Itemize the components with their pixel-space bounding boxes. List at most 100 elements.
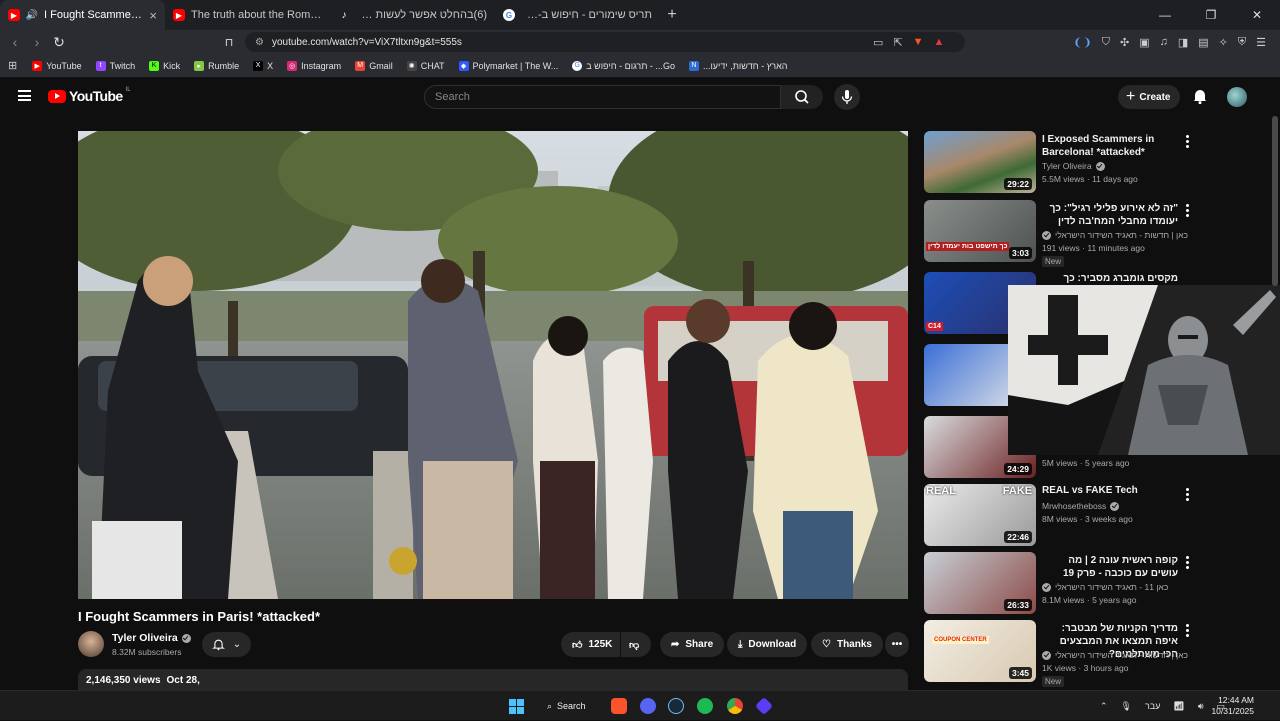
app-icon[interactable]	[754, 696, 774, 716]
related-video[interactable]: כך תישפט בות יעמדו לדין 3:03 "זה לא אירו…	[924, 200, 1270, 267]
tab-youtube-roman[interactable]: ▶ The truth about the Roman salute #h	[165, 0, 330, 30]
spotify-icon[interactable]	[697, 698, 713, 714]
forward-icon[interactable]: ›	[26, 34, 48, 50]
search-button[interactable]	[781, 85, 823, 109]
related-video[interactable]: 26:33 קופה ראשית עונה 2 | מה עושים עם כו…	[924, 552, 1270, 614]
chevron-up-icon[interactable]: ⌃	[1100, 701, 1108, 712]
video-thumbnail[interactable]: כך תישפט בות יעמדו לדין 3:03	[924, 200, 1036, 262]
chrome-icon[interactable]	[727, 698, 743, 714]
like-button[interactable]: 👍︎ 125K	[561, 632, 620, 657]
chatgpt-icon: ✺	[406, 60, 417, 71]
search-input[interactable]: Search	[424, 85, 781, 109]
vpn-icon[interactable]: ⛨	[1238, 36, 1246, 49]
download-label: Download	[748, 639, 797, 650]
create-button[interactable]: + Create	[1118, 85, 1181, 109]
brave-rewards-icon[interactable]: ▲	[934, 36, 945, 48]
taskbar-clock[interactable]: 12:44 AM 10/31/2025	[1210, 695, 1254, 717]
video-thumbnail[interactable]: 29:22	[924, 131, 1036, 193]
wifi-icon[interactable]: 📶︎	[1173, 701, 1184, 712]
bookmark-icon[interactable]: ⊓	[218, 36, 240, 49]
more-vert-icon[interactable]	[1186, 204, 1190, 219]
related-video[interactable]: COUPON CENTER 3:45 מדריך הקניות של מבטבר…	[924, 620, 1270, 687]
more-vert-icon[interactable]	[1186, 556, 1190, 571]
video-thumbnail[interactable]: REAL FAKE 22:46	[924, 484, 1036, 546]
translate-icon[interactable]: ❨❩	[1073, 36, 1091, 49]
bookmark-x[interactable]: XX	[248, 60, 278, 71]
brave-browser-icon[interactable]	[611, 698, 627, 714]
more-vert-icon[interactable]	[1186, 624, 1190, 639]
share-button[interactable]: ➦ Share	[660, 632, 725, 657]
wallet-card-icon[interactable]: ▤	[1198, 36, 1208, 49]
close-window-icon[interactable]: ✕	[1234, 0, 1280, 30]
channel-avatar[interactable]	[78, 631, 104, 657]
shield-icon[interactable]: ⛉	[1102, 36, 1110, 49]
microphone-icon[interactable]: 🎙︎	[1121, 701, 1132, 712]
channel-name[interactable]: Tyler Oliveira	[112, 632, 191, 644]
related-channel[interactable]: Mrwhosetheboss	[1042, 501, 1120, 511]
youtube-logo[interactable]: YouTube IL	[48, 87, 131, 104]
video-player[interactable]	[78, 131, 908, 599]
speaker-icon[interactable]: 🔊	[26, 9, 38, 21]
close-tab-icon[interactable]: ×	[149, 8, 157, 23]
puzzle-icon[interactable]: ✣	[1120, 36, 1129, 49]
reload-icon[interactable]: ↻	[48, 34, 70, 51]
volume-icon[interactable]: 🔊︎	[1198, 701, 1204, 712]
bookmark-rumble[interactable]: ▸ Rumble	[189, 60, 244, 71]
maximize-icon[interactable]: ❐	[1188, 0, 1234, 30]
brave-shields-icon[interactable]: ▼	[913, 36, 924, 48]
download-button[interactable]: ⤓ Download	[727, 632, 808, 657]
user-avatar[interactable]	[1227, 87, 1247, 107]
dislike-button[interactable]: 👎︎	[621, 632, 651, 657]
video-thumbnail[interactable]: COUPON CENTER 3:45	[924, 620, 1036, 682]
bookmark-gmail[interactable]: M Gmail	[350, 60, 398, 71]
bookmark-youtube[interactable]: ▶ YouTube	[27, 60, 86, 71]
tab-tiktok[interactable]: ♪ (6)בהחלט אפשר לעשות מעשים חמ...	[330, 0, 495, 30]
bookmark-polymarket[interactable]: ◆ Polymarket | The W...	[454, 60, 564, 71]
apps-grid-icon[interactable]: ⊞	[8, 59, 17, 72]
steam-icon[interactable]	[668, 698, 684, 714]
share-page-icon[interactable]: ⇱	[893, 36, 902, 49]
bookmark-kick[interactable]: K Kick	[144, 60, 185, 71]
sidebar-icon[interactable]: ◨	[1178, 36, 1188, 49]
more-actions-button[interactable]: •••	[885, 632, 909, 657]
music-icon[interactable]: ♫	[1160, 36, 1168, 48]
url-field[interactable]: ⚙ youtube.com/watch?v=ViX7tltxn9g&t=555s	[245, 32, 965, 52]
taskbar-search[interactable]: ⌕ Search	[537, 696, 597, 716]
site-info-icon[interactable]: ⚙	[255, 37, 264, 48]
related-video[interactable]: 29:22 I Exposed Scammers in Barcelona! *…	[924, 131, 1270, 193]
tab-youtube-paris[interactable]: ▶ 🔊 I Fought Scammers in Paris! * ×	[0, 0, 165, 30]
more-vert-icon[interactable]	[1186, 135, 1190, 150]
minimize-icon[interactable]: —	[1142, 0, 1188, 30]
related-video[interactable]: REAL FAKE 22:46 REAL vs FAKE Tech Mrwhos…	[924, 484, 1270, 546]
bookmark-twitch[interactable]: t Twitch	[91, 60, 141, 71]
picture-in-picture-window[interactable]	[1008, 285, 1280, 455]
subscription-notifications-button[interactable]: ⌄	[202, 632, 251, 657]
more-vert-icon[interactable]	[1186, 488, 1190, 503]
video-thumbnail[interactable]: 26:33	[924, 552, 1036, 614]
cast-icon[interactable]: ▭	[873, 36, 883, 49]
description-box[interactable]: 2,146,350 views Oct 28,	[78, 669, 908, 690]
tab-google[interactable]: G תריס שימורים - חיפוש ב-Google	[495, 0, 660, 30]
sidebar-scrollbar[interactable]	[1272, 116, 1278, 286]
hamburger-menu-icon[interactable]	[18, 90, 31, 101]
back-icon[interactable]: ‹	[4, 34, 26, 50]
menu-icon[interactable]: ☰	[1256, 36, 1266, 49]
voice-search-button[interactable]	[834, 84, 860, 110]
new-tab-button[interactable]: +	[660, 6, 684, 24]
leo-ai-icon[interactable]: ✧	[1219, 36, 1228, 49]
related-channel[interactable]: כאן | חדשות - תאגיד השידור הישראלי	[1042, 650, 1188, 660]
bookmark-haaretz[interactable]: N הארץ - חדשות, ידיעו...	[684, 60, 792, 71]
windows-start-icon[interactable]	[509, 699, 524, 714]
bookmark-chat[interactable]: ✺ CHAT	[402, 60, 450, 71]
related-channel[interactable]: כאן 11 - תאגיד השידור הישראלי	[1042, 582, 1168, 592]
google-icon: G	[503, 9, 515, 21]
related-channel[interactable]: כאן | חדשות - תאגיד השידור הישראלי	[1042, 230, 1188, 240]
discord-icon[interactable]	[640, 698, 656, 714]
thanks-button[interactable]: ♡ Thanks	[811, 632, 883, 657]
bookmark-instagram[interactable]: ◎ Instagram	[282, 60, 346, 71]
notifications-bell-icon[interactable]	[1191, 87, 1209, 105]
related-channel[interactable]: Tyler Oliveira	[1042, 161, 1105, 171]
wallet-icon[interactable]: ▣	[1139, 36, 1149, 49]
bookmark-google-translate[interactable]: G Go... - תרגום - חיפוש ב	[567, 60, 680, 71]
language-indicator[interactable]: עבר	[1145, 701, 1160, 711]
